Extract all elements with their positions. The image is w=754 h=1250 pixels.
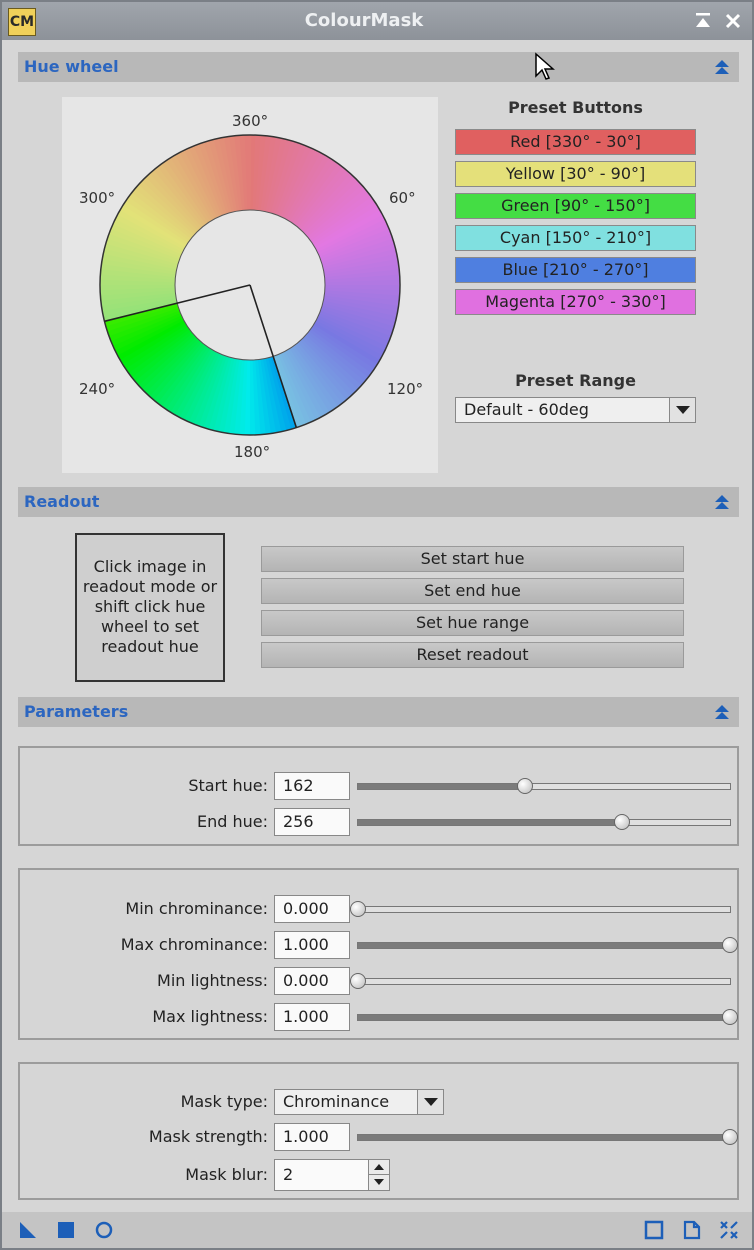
readout-swatch[interactable]: Click image in readout mode or shift cli…	[75, 533, 225, 682]
collapse-icon[interactable]	[713, 703, 731, 721]
section-title-readout: Readout	[24, 492, 100, 511]
preset-green-button[interactable]: Green [90° - 150°]	[455, 193, 696, 219]
preset-magenta-button[interactable]: Magenta [270° - 330°]	[455, 289, 696, 315]
hue-range-group	[18, 746, 739, 846]
min-lightness-input[interactable]: 0.000	[274, 967, 350, 995]
collapse-icon[interactable]	[713, 493, 731, 511]
mask-strength-label: Mask strength:	[148, 1127, 268, 1146]
hue-wheel[interactable]	[62, 97, 438, 473]
slider-fill	[358, 784, 526, 789]
chevron-down-icon[interactable]	[669, 398, 695, 422]
hue-label-120: 120°	[387, 380, 424, 398]
mask-blur-input[interactable]: 2	[274, 1159, 370, 1191]
spin-down-icon[interactable]	[369, 1175, 389, 1190]
end-hue-label: End hue:	[196, 812, 268, 831]
min-chrominance-label: Min chrominance:	[125, 899, 268, 918]
slider-fill	[358, 820, 623, 825]
start-hue-input[interactable]: 162	[274, 772, 350, 800]
mask-type-select[interactable]: Chrominance	[274, 1089, 444, 1115]
mask-blur-label: Mask blur:	[185, 1165, 268, 1184]
document-icon[interactable]	[682, 1220, 702, 1240]
start-hue-slider[interactable]	[357, 778, 731, 794]
mask-type-label: Mask type:	[180, 1092, 268, 1111]
preset-range-heading: Preset Range	[515, 371, 636, 390]
section-title-parameters: Parameters	[24, 702, 129, 721]
hue-label-180: 180°	[234, 443, 271, 461]
preset-blue-button[interactable]: Blue [210° - 270°]	[455, 257, 696, 283]
preset-range-select[interactable]: Default - 60deg	[455, 397, 696, 423]
hue-wheel-section-bar[interactable]: Hue wheel	[18, 52, 739, 82]
max-chrominance-label: Max chrominance:	[120, 935, 268, 954]
slider-thumb[interactable]	[350, 973, 366, 989]
preset-red-button[interactable]: Red [330° - 30°]	[455, 129, 696, 155]
slider-fill	[358, 1015, 730, 1020]
section-title-hue-wheel: Hue wheel	[24, 57, 119, 76]
min-lightness-label: Min lightness:	[157, 971, 268, 990]
max-chrominance-slider[interactable]	[357, 937, 738, 953]
min-lightness-slider[interactable]	[350, 973, 731, 989]
slider-thumb[interactable]	[722, 1129, 738, 1145]
title-bar[interactable]: CM ColourMask	[2, 2, 752, 40]
end-hue-input[interactable]: 256	[274, 808, 350, 836]
mouse-cursor-icon	[535, 52, 555, 80]
slider-thumb[interactable]	[722, 1009, 738, 1025]
mask-type-value: Chrominance	[283, 1092, 390, 1111]
hue-label-360: 360°	[232, 112, 269, 130]
start-hue-label: Start hue:	[188, 776, 268, 795]
chevron-down-icon[interactable]	[417, 1090, 443, 1114]
hue-wheel-panel[interactable]: 360° 60° 120° 180° 240° 300°	[62, 97, 438, 473]
slider-thumb[interactable]	[614, 814, 631, 830]
max-lightness-slider[interactable]	[357, 1009, 738, 1025]
slider-fill	[358, 1135, 730, 1140]
colourmask-window: CM ColourMask Hue wheel 360° 60° 120° 18…	[0, 0, 754, 1250]
bottom-toolbar	[2, 1212, 752, 1248]
collapse-icon[interactable]	[713, 58, 731, 76]
min-chrominance-input[interactable]: 0.000	[274, 895, 350, 923]
max-lightness-input[interactable]: 1.000	[274, 1003, 350, 1031]
apply-global-circle-icon[interactable]	[94, 1220, 114, 1240]
set-hue-range-button[interactable]: Set hue range	[261, 610, 684, 636]
preset-range-value: Default - 60deg	[464, 400, 589, 419]
hue-label-240: 240°	[79, 380, 116, 398]
max-chrominance-input[interactable]: 1.000	[274, 931, 350, 959]
preset-yellow-button[interactable]: Yellow [30° - 90°]	[455, 161, 696, 187]
end-hue-slider[interactable]	[357, 814, 731, 830]
parameters-section-bar[interactable]: Parameters	[18, 697, 739, 727]
shade-icon[interactable]	[692, 10, 714, 32]
preset-buttons-heading: Preset Buttons	[508, 98, 643, 117]
slider-fill	[358, 943, 730, 948]
max-lightness-label: Max lightness:	[152, 1007, 268, 1026]
reset-arrows-icon[interactable]	[719, 1220, 739, 1240]
preset-cyan-button[interactable]: Cyan [150° - 210°]	[455, 225, 696, 251]
min-chrominance-slider[interactable]	[350, 901, 731, 917]
hue-label-60: 60°	[389, 189, 416, 207]
slider-thumb[interactable]	[722, 937, 738, 953]
hue-label-300: 300°	[79, 189, 116, 207]
mask-strength-input[interactable]: 1.000	[274, 1123, 350, 1151]
reset-readout-button[interactable]: Reset readout	[261, 642, 684, 668]
spin-up-icon[interactable]	[369, 1160, 389, 1175]
new-instance-icon[interactable]	[18, 1220, 38, 1240]
slider-thumb[interactable]	[350, 901, 366, 917]
window-title: ColourMask	[304, 10, 424, 31]
set-end-hue-button[interactable]: Set end hue	[261, 578, 684, 604]
close-icon[interactable]	[722, 10, 744, 32]
mask-strength-slider[interactable]	[357, 1129, 738, 1145]
preview-icon[interactable]	[644, 1220, 664, 1240]
mask-blur-spinner[interactable]	[368, 1159, 390, 1191]
apply-square-icon[interactable]	[56, 1220, 76, 1240]
readout-section-bar[interactable]: Readout	[18, 487, 739, 517]
set-start-hue-button[interactable]: Set start hue	[261, 546, 684, 572]
